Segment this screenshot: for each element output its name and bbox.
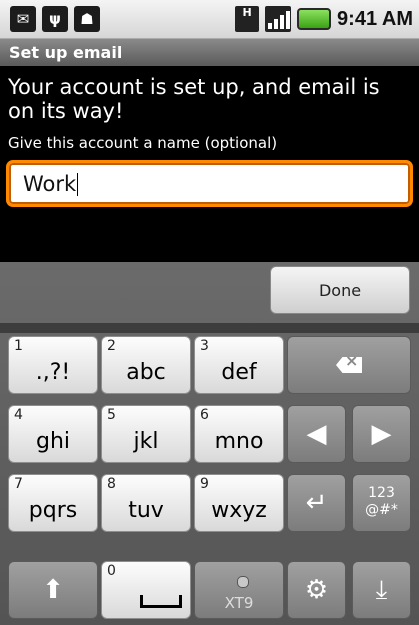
backspace-icon <box>336 357 362 373</box>
key-label: wxyz <box>211 498 267 523</box>
page-title: Set up email <box>0 39 419 66</box>
key-label: .,?! <box>35 360 71 385</box>
key-3[interactable]: 3 def <box>194 336 284 394</box>
key-number: 3 <box>200 338 209 354</box>
account-name-field[interactable] <box>6 160 413 207</box>
key-4[interactable]: 4 ghi <box>8 405 98 463</box>
key-5[interactable]: 5 jkl <box>101 405 191 463</box>
text-cursor <box>77 173 78 196</box>
key-number: 8 <box>107 476 116 492</box>
key-number: 0 <box>107 563 116 579</box>
backspace-key[interactable] <box>287 336 411 394</box>
symbols-label-bottom: @#* <box>365 502 398 518</box>
keyboard-divider <box>0 323 419 333</box>
space-key[interactable]: 0 <box>101 561 191 619</box>
key-2[interactable]: 2 abc <box>101 336 191 394</box>
key-label: pqrs <box>28 498 78 523</box>
notification-icons: ✉ ψ ☗ <box>10 4 100 34</box>
setup-complete-message: Your account is set up, and email is on … <box>8 75 380 123</box>
status-bar: ✉ ψ ☗ H 9:41 AM <box>0 0 419 39</box>
key-label: jkl <box>133 429 159 454</box>
key-6[interactable]: 6 mno <box>194 405 284 463</box>
symbols-key[interactable]: 123 @#* <box>352 474 411 532</box>
usb-icon: ψ <box>42 6 68 32</box>
key-number: 1 <box>14 338 23 354</box>
download-arrow-icon: ⤓ <box>375 574 388 605</box>
arrow-right-icon: ▶ <box>371 419 392 449</box>
xt9-key[interactable]: XT9 <box>194 561 284 619</box>
settings-key[interactable]: ⚙ <box>287 561 346 619</box>
key-label: def <box>221 360 257 385</box>
signal-icon <box>265 6 292 32</box>
key-number: 7 <box>14 476 23 492</box>
enter-key[interactable]: ↵ <box>287 474 346 532</box>
key-number: 5 <box>107 407 116 423</box>
space-icon <box>140 595 182 608</box>
key-9[interactable]: 9 wxyz <box>194 474 284 532</box>
xt9-indicator-icon <box>237 576 249 588</box>
key-label: abc <box>126 360 166 385</box>
done-button[interactable]: Done <box>270 266 410 314</box>
key-label: tuv <box>128 498 164 523</box>
gear-icon: ⚙ <box>304 575 329 605</box>
key-7[interactable]: 7 pqrs <box>8 474 98 532</box>
key-label: ghi <box>35 429 71 454</box>
key-number: 9 <box>200 476 209 492</box>
clock: 9:41 AM <box>337 7 413 30</box>
arrow-left-icon: ◀ <box>306 419 327 449</box>
h-data-icon: H <box>235 6 260 32</box>
battery-icon <box>297 8 332 30</box>
cursor-left-key[interactable]: ◀ <box>287 405 346 463</box>
key-8[interactable]: 8 tuv <box>101 474 191 532</box>
hide-keyboard-key[interactable]: ⤓ <box>352 561 411 619</box>
key-number: 4 <box>14 407 23 423</box>
shift-arrow-icon: ⬆ <box>42 575 64 605</box>
system-icons: H 9:41 AM <box>235 4 413 34</box>
shift-key[interactable]: ⬆ <box>8 561 98 619</box>
account-name-prompt: Give this account a name (optional) <box>8 134 278 152</box>
key-number: 6 <box>200 407 209 423</box>
enter-icon: ↵ <box>305 488 328 518</box>
cursor-right-key[interactable]: ▶ <box>352 405 411 463</box>
email-icon: ✉ <box>10 6 36 32</box>
key-number: 2 <box>107 338 116 354</box>
key-label: mno <box>214 429 264 454</box>
key-1[interactable]: 1 .,?! <box>8 336 98 394</box>
account-name-input[interactable] <box>9 163 410 204</box>
symbols-label-top: 123 <box>368 485 395 501</box>
android-icon: ☗ <box>74 6 100 32</box>
xt9-label: XT9 <box>224 594 254 612</box>
